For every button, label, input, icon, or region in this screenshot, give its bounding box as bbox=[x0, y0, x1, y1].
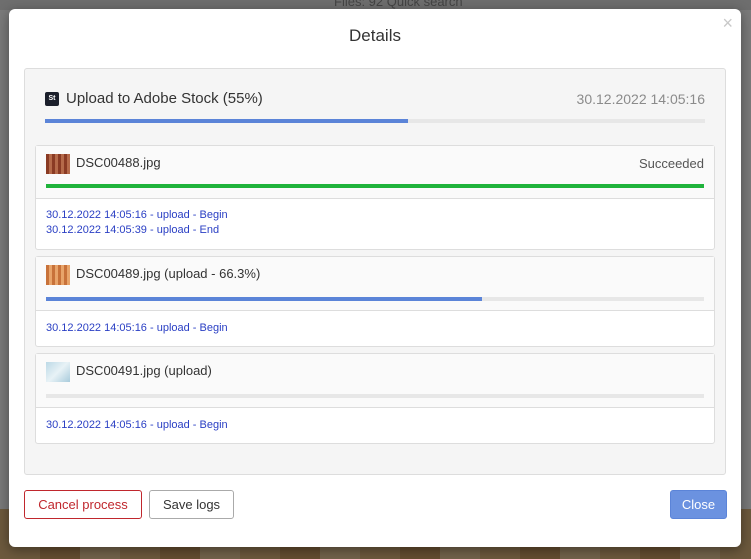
adobe-stock-icon: St bbox=[45, 92, 59, 106]
file-header: DSC00489.jpg (upload - 66.3%) bbox=[36, 257, 714, 311]
file-status: Succeeded bbox=[638, 156, 704, 171]
file-progress-bar bbox=[46, 394, 704, 398]
log-line: 30.12.2022 14:05:16 - upload - Begin bbox=[46, 209, 228, 221]
close-button[interactable]: Close bbox=[670, 490, 727, 519]
log-line: 30.12.2022 14:05:39 - upload - End bbox=[46, 224, 220, 236]
dialog-title: Details bbox=[349, 26, 401, 45]
file-name: DSC00491.jpg (upload) bbox=[76, 363, 212, 378]
job-progress-bar bbox=[45, 119, 705, 123]
file-thumbnail bbox=[46, 154, 70, 174]
file-item: DSC00491.jpg (upload) 30.12.2022 14:05:1… bbox=[35, 353, 715, 444]
file-progress-bar bbox=[46, 297, 704, 301]
file-logs: 30.12.2022 14:05:16 - upload - Begin bbox=[46, 418, 228, 433]
file-progress-bar bbox=[46, 184, 704, 188]
file-header: DSC00491.jpg (upload) bbox=[36, 354, 714, 408]
file-thumbnail bbox=[46, 265, 70, 285]
job-title: Upload to Adobe Stock (55%) bbox=[66, 90, 263, 107]
file-thumbnail bbox=[46, 362, 70, 382]
file-item: DSC00488.jpg Succeeded 30.12.2022 14:05:… bbox=[35, 145, 715, 250]
file-header: DSC00488.jpg Succeeded bbox=[36, 146, 714, 199]
cancel-process-button[interactable]: Cancel process bbox=[24, 490, 142, 519]
job-header: St Upload to Adobe Stock (55%) 30.12.202… bbox=[45, 88, 705, 126]
log-line: 30.12.2022 14:05:16 - upload - Begin bbox=[46, 419, 228, 431]
details-dialog: × Details St Upload to Adobe Stock (55%)… bbox=[9, 9, 741, 547]
file-logs: 30.12.2022 14:05:16 - upload - Begin bbox=[46, 321, 228, 336]
file-logs: 30.12.2022 14:05:16 - upload - Begin 30.… bbox=[46, 208, 228, 238]
save-logs-button[interactable]: Save logs bbox=[149, 490, 234, 519]
file-name: DSC00488.jpg bbox=[76, 155, 161, 170]
dialog-body: St Upload to Adobe Stock (55%) 30.12.202… bbox=[24, 68, 726, 475]
job-timestamp: 30.12.2022 14:05:16 bbox=[576, 91, 705, 107]
file-item: DSC00489.jpg (upload - 66.3%) 30.12.2022… bbox=[35, 256, 715, 347]
file-progress-fill bbox=[46, 184, 704, 188]
log-line: 30.12.2022 14:05:16 - upload - Begin bbox=[46, 322, 228, 334]
job-progress-fill bbox=[45, 119, 408, 123]
file-progress-fill bbox=[46, 297, 483, 301]
file-name: DSC00489.jpg (upload - 66.3%) bbox=[76, 266, 261, 281]
